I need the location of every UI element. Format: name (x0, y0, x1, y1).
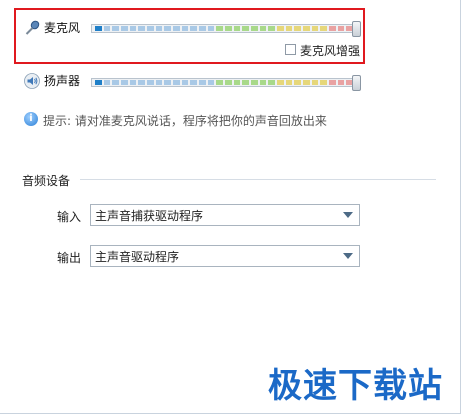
microphone-row: 麦克风 (24, 19, 80, 36)
output-device-select[interactable]: 主声音驱动程序 (90, 245, 360, 267)
meter-segment (233, 26, 241, 31)
audio-settings-panel: 麦克风 麦克风增强 扬声器 i 提示: 请对准麦克风说话，程序将把你的声音回放出… (0, 0, 461, 414)
input-label: 输入 (57, 210, 82, 224)
meter-segment (181, 80, 189, 85)
meter-segment (112, 80, 120, 85)
meter-segment (320, 26, 328, 31)
microphone-boost-label: 麦克风增强 (300, 44, 361, 58)
meter-segment (329, 26, 336, 31)
microphone-icon (24, 20, 40, 36)
meter-segment (268, 80, 276, 85)
meter-segment (103, 80, 111, 85)
meter-segment (147, 80, 154, 85)
meter-segment (303, 26, 310, 31)
meter-segment (337, 26, 345, 31)
meter-segment (164, 26, 172, 31)
meter-segment (337, 80, 345, 85)
microphone-level-meter (91, 24, 357, 33)
meter-segment (285, 80, 293, 85)
meter-segment (311, 80, 319, 85)
meter-segment (216, 80, 224, 85)
meter-segment (129, 80, 137, 85)
meter-segment (311, 26, 319, 31)
microphone-label: 麦克风 (44, 21, 81, 35)
meter-segment (190, 26, 198, 31)
meter-segment (277, 26, 284, 31)
meter-segment (216, 26, 224, 31)
meter-segment (294, 80, 302, 85)
audio-device-section-title: 音频设备 (22, 174, 71, 188)
meter-segment (147, 26, 154, 31)
meter-segment (173, 26, 180, 31)
meter-segment (121, 80, 128, 85)
speaker-volume-slider[interactable] (352, 75, 361, 91)
speaker-label: 扬声器 (44, 74, 81, 88)
meter-segment (181, 26, 189, 31)
meter-segment (303, 80, 310, 85)
meter-segment (103, 26, 111, 31)
meter-segment (242, 26, 250, 31)
meter-segment (190, 80, 198, 85)
meter-segment (155, 26, 163, 31)
info-icon: i (24, 112, 38, 126)
watermark-logo: 极速下载站 (268, 366, 443, 406)
meter-segment (268, 26, 276, 31)
meter-segment (138, 26, 146, 31)
speaker-icon (24, 72, 40, 89)
meter-segment (277, 80, 284, 85)
meter-segment (242, 80, 250, 85)
meter-segment (199, 80, 206, 85)
chevron-down-icon (343, 212, 353, 218)
meter-segment (95, 80, 102, 85)
meter-segment (259, 26, 267, 31)
meter-segment (112, 26, 120, 31)
meter-segment (129, 26, 137, 31)
meter-segment (95, 26, 102, 31)
input-device-select[interactable]: 主声音捕获驱动程序 (90, 204, 360, 226)
meter-segment (199, 26, 206, 31)
output-device-value: 主声音驱动程序 (95, 249, 180, 264)
meter-segment (121, 26, 128, 31)
meter-segment (138, 80, 146, 85)
meter-segment (164, 80, 172, 85)
tip-text: 提示: 请对准麦克风说话，程序将把你的声音回放出来 (43, 114, 327, 128)
speaker-level-meter (91, 78, 357, 87)
microphone-volume-slider[interactable] (352, 21, 361, 37)
meter-segment (285, 26, 293, 31)
meter-segment (251, 80, 258, 85)
meter-segment (259, 80, 267, 85)
meter-segment (207, 26, 215, 31)
meter-segment (225, 80, 232, 85)
section-divider (80, 179, 436, 180)
meter-segment (320, 80, 328, 85)
meter-segment (329, 80, 336, 85)
meter-segment (233, 80, 241, 85)
input-device-value: 主声音捕获驱动程序 (95, 208, 204, 223)
meter-segment (294, 26, 302, 31)
output-label: 输出 (57, 251, 82, 265)
meter-segment (173, 80, 180, 85)
chevron-down-icon (343, 253, 353, 259)
meter-segment (251, 26, 258, 31)
meter-segment (155, 80, 163, 85)
meter-segment (207, 80, 215, 85)
speaker-row: 扬声器 (24, 72, 80, 89)
microphone-boost-checkbox[interactable] (285, 44, 296, 55)
meter-segment (225, 26, 232, 31)
